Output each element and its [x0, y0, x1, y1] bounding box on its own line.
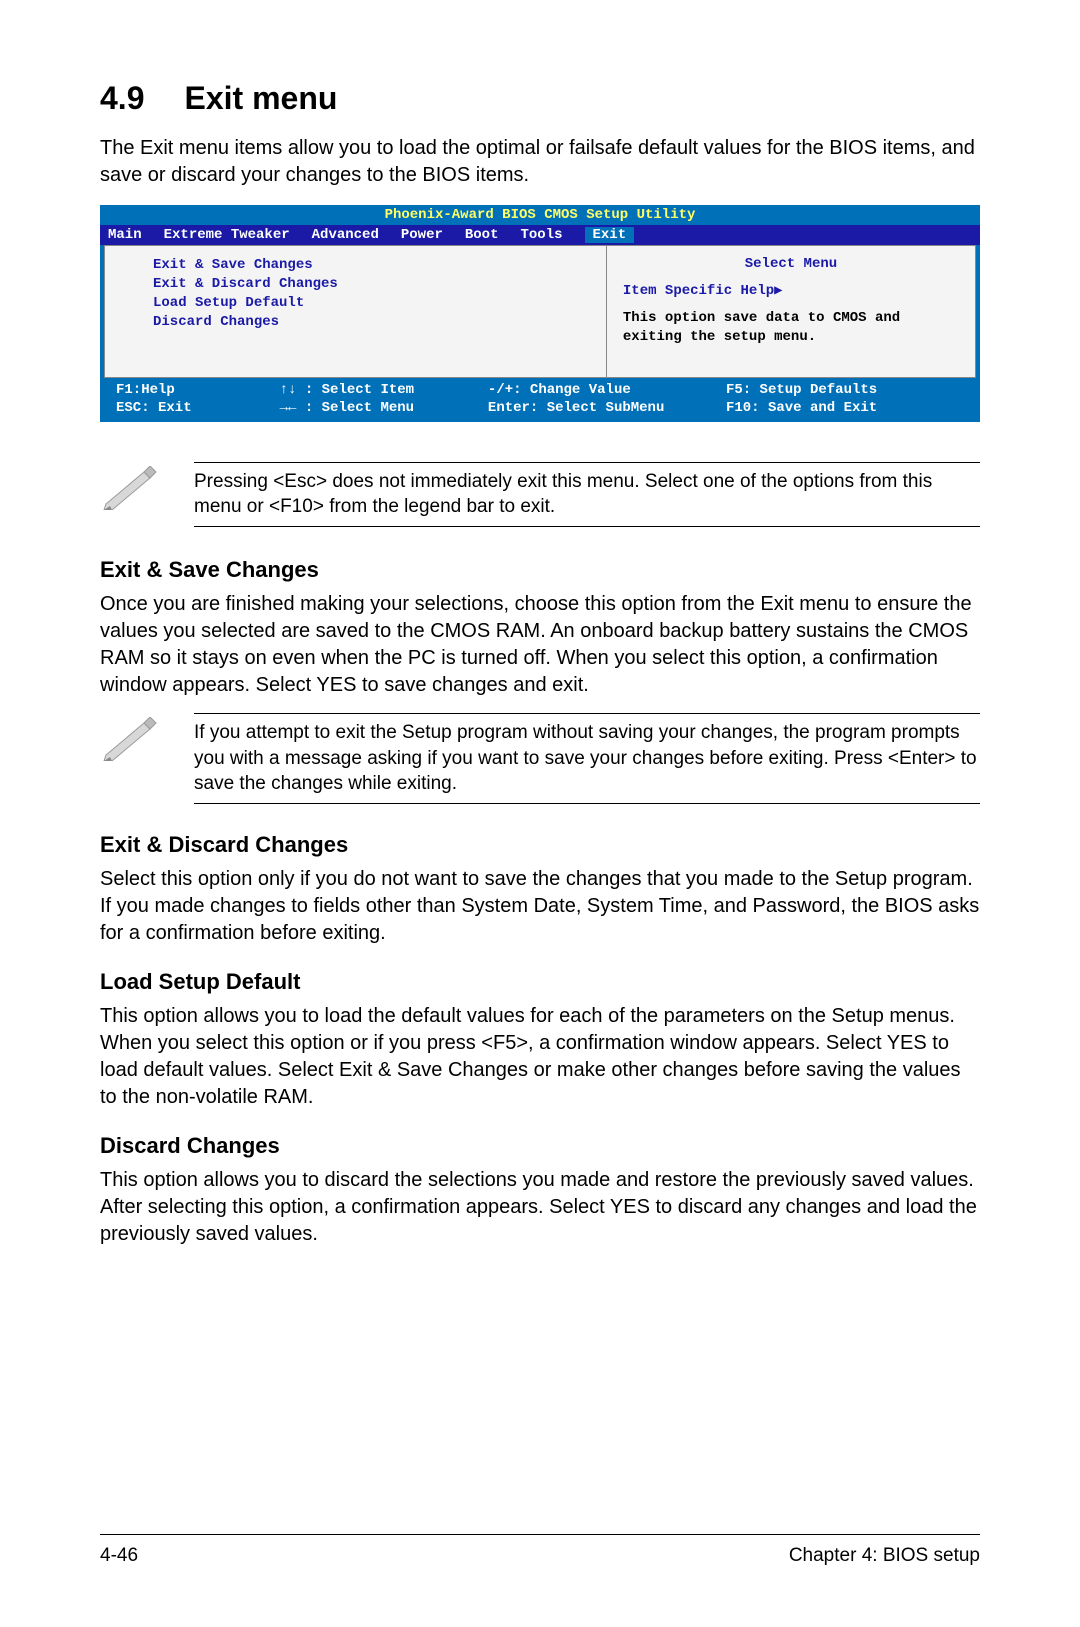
bios-menu-bar: Main Extreme Tweaker Advanced Power Boot… [100, 225, 980, 245]
paragraph-exit-save: Once you are finished making your select… [100, 591, 980, 699]
bios-tab-main[interactable]: Main [108, 227, 142, 243]
bios-item-help-title: Item Specific Help▶ [623, 282, 959, 299]
paragraph-load-default: This option allows you to load the defau… [100, 1003, 980, 1111]
note-unsaved: If you attempt to exit the Setup program… [100, 713, 980, 810]
bios-tab-tools[interactable]: Tools [520, 227, 562, 243]
section-title-text: Exit menu [184, 80, 337, 116]
page-footer: 4-46 Chapter 4: BIOS setup [100, 1534, 980, 1567]
bios-tab-exit[interactable]: Exit [585, 227, 635, 243]
bios-tab-advanced[interactable]: Advanced [312, 227, 379, 243]
note-rule-bottom [194, 526, 980, 527]
bios-select-menu-label: Select Menu [623, 256, 959, 272]
note-rule-top [194, 713, 980, 714]
paragraph-exit-discard: Select this option only if you do not wa… [100, 866, 980, 947]
legend-f5: F5: Setup Defaults [726, 382, 964, 398]
note-rule-bottom [194, 803, 980, 804]
bios-screenshot: Phoenix-Award BIOS CMOS Setup Utility Ma… [100, 205, 980, 422]
legend-change-value: -/+: Change Value [488, 382, 726, 398]
bios-item-help-text: This option save data to CMOS and exitin… [623, 309, 959, 347]
legend-esc: ESC: Exit [116, 400, 280, 416]
bios-item-load-default[interactable]: Load Setup Default [153, 294, 590, 313]
heading-load-default: Load Setup Default [100, 969, 980, 995]
bios-left-panel: Exit & Save Changes Exit & Discard Chang… [104, 245, 607, 378]
bios-tab-power[interactable]: Power [401, 227, 443, 243]
bios-item-exit-discard[interactable]: Exit & Discard Changes [153, 275, 590, 294]
legend-f1: F1:Help [116, 382, 280, 398]
paragraph-discard: This option allows you to discard the se… [100, 1167, 980, 1248]
intro-paragraph: The Exit menu items allow you to load th… [100, 135, 980, 189]
heading-exit-discard: Exit & Discard Changes [100, 832, 980, 858]
pen-icon [100, 713, 170, 766]
bios-tab-boot[interactable]: Boot [465, 227, 499, 243]
section-heading: 4.9 Exit menu [100, 80, 980, 117]
heading-discard: Discard Changes [100, 1133, 980, 1159]
page-number: 4-46 [100, 1545, 138, 1567]
note-esc: Pressing <Esc> does not immediately exit… [100, 462, 980, 533]
bios-item-discard[interactable]: Discard Changes [153, 313, 590, 332]
legend-select-menu: →← : Select Menu [280, 400, 488, 416]
bios-right-panel: Select Menu Item Specific Help▶ This opt… [607, 245, 976, 378]
pen-icon [100, 462, 170, 515]
footer-rule [100, 1534, 980, 1535]
bios-item-exit-save[interactable]: Exit & Save Changes [153, 256, 590, 275]
legend-enter: Enter: Select SubMenu [488, 400, 726, 416]
section-number: 4.9 [100, 80, 144, 117]
bios-utility-title: Phoenix-Award BIOS CMOS Setup Utility [100, 205, 980, 225]
heading-exit-save: Exit & Save Changes [100, 557, 980, 583]
note-unsaved-text: If you attempt to exit the Setup program… [194, 720, 980, 797]
legend-select-item: ↑↓ : Select Item [280, 382, 488, 398]
bios-tab-extreme-tweaker[interactable]: Extreme Tweaker [164, 227, 290, 243]
legend-f10: F10: Save and Exit [726, 400, 964, 416]
bios-legend-bar: F1:Help ↑↓ : Select Item -/+: Change Val… [100, 378, 980, 422]
chapter-label: Chapter 4: BIOS setup [789, 1545, 980, 1567]
note-rule-top [194, 462, 980, 463]
note-esc-text: Pressing <Esc> does not immediately exit… [194, 469, 980, 520]
